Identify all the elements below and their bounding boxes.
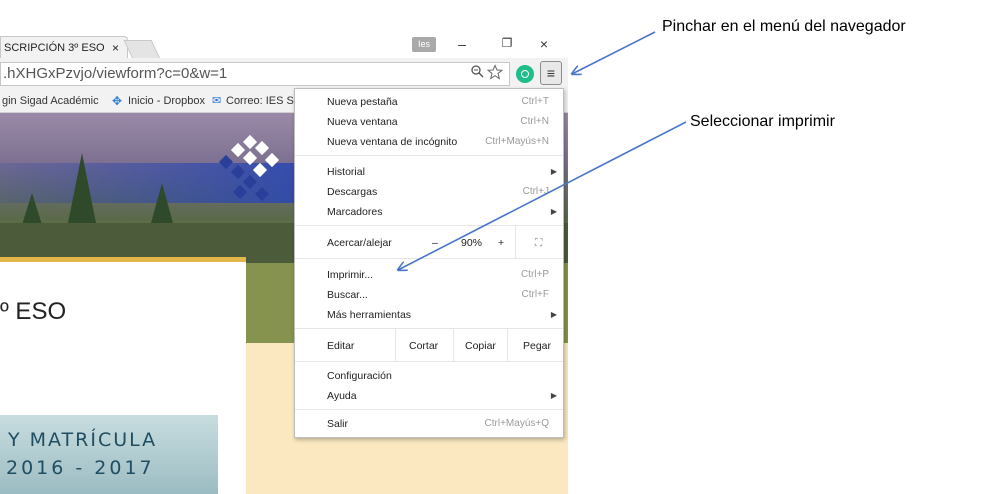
annotation-arrows bbox=[0, 31, 687, 494]
arrow-to-print-item bbox=[398, 121, 687, 270]
arrow-to-menu-button bbox=[572, 31, 656, 74]
